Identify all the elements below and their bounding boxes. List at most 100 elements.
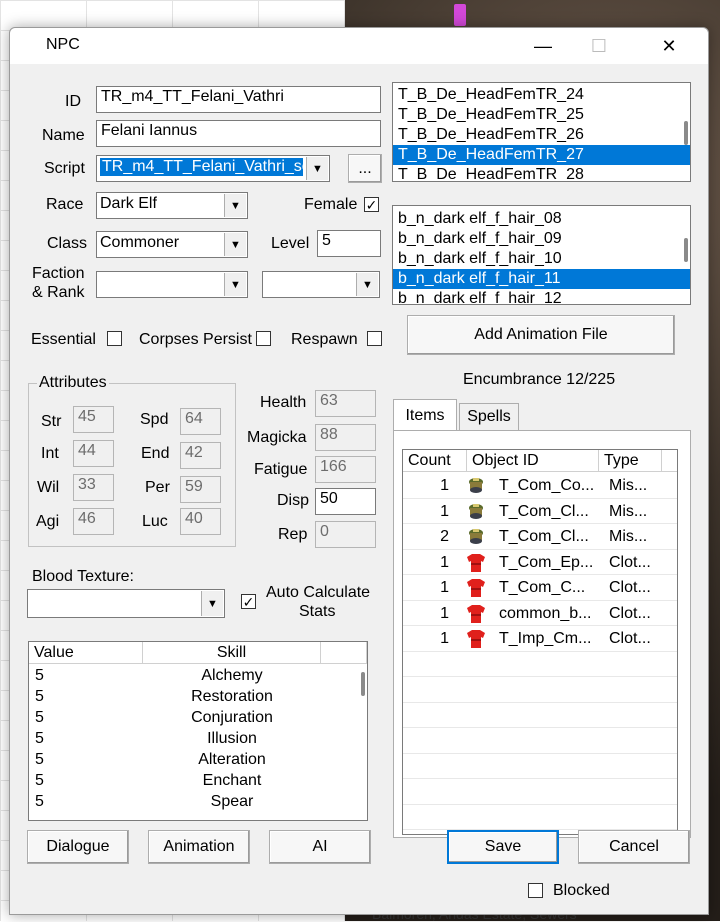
luc-label: Luc (142, 513, 168, 530)
empty-row (403, 754, 677, 779)
chevron-down-icon[interactable]: ▼ (224, 233, 246, 256)
end-label: End (141, 445, 170, 462)
head-list-item[interactable]: T_B_De_HeadFemTR_27 (393, 145, 690, 165)
item-type: Mis... (609, 477, 648, 494)
class-combo[interactable]: Commoner ▼ (96, 231, 248, 258)
head-list-item[interactable]: T_B_De_HeadFemTR_24 (393, 85, 690, 105)
faction-combo[interactable]: ▼ (96, 271, 248, 298)
hair-list-item[interactable]: b_n_dark elf_f_hair_09 (393, 229, 690, 249)
auto-calculate-checkbox[interactable]: ✓ (241, 594, 256, 609)
item-count: 1 (440, 477, 449, 494)
animation-button[interactable]: Animation (148, 830, 250, 864)
chevron-down-icon[interactable]: ▼ (224, 273, 246, 296)
name-input[interactable]: Felani Iannus (96, 120, 381, 147)
per-value: 59 (180, 476, 221, 503)
tab-items[interactable]: Items (393, 399, 457, 431)
essential-checkbox[interactable] (107, 331, 122, 346)
head-list-scrollbar[interactable] (684, 121, 688, 145)
table-row[interactable]: 5 Conjuration (29, 707, 345, 728)
chevron-down-icon[interactable]: ▼ (306, 157, 328, 180)
table-row[interactable]: 5 Illusion (29, 728, 345, 749)
skill-value: 5 (35, 751, 44, 768)
skill-value: 5 (35, 667, 44, 684)
int-label: Int (41, 445, 59, 462)
save-button[interactable]: Save (447, 830, 559, 864)
minimize-button[interactable]: — (520, 28, 566, 64)
ai-button[interactable]: AI (269, 830, 371, 864)
value-column-header[interactable]: Value (29, 642, 143, 664)
blocked-checkbox[interactable] (528, 883, 543, 898)
object-id-column-header[interactable]: Object ID (467, 450, 599, 472)
item-object-id: T_Com_Ep... (499, 553, 594, 571)
table-row[interactable]: 1 T_Imp_Cm... Clot... (403, 626, 677, 652)
skill-name: Spear (210, 793, 254, 810)
table-row[interactable]: 1 T_Com_Co... Mis... (403, 473, 677, 499)
level-input[interactable]: 5 (317, 230, 381, 257)
hair-list-item[interactable]: b_n_dark elf_f_hair_12 (393, 289, 690, 304)
table-row[interactable]: 5 Spear (29, 791, 345, 812)
class-label: Class (47, 235, 88, 252)
hair-list-scrollbar[interactable] (684, 238, 688, 262)
title-bar[interactable]: NPC — ☐ ✕ (10, 28, 708, 64)
item-object-id: common_b... (499, 604, 592, 622)
blood-texture-combo[interactable]: ▼ (27, 589, 225, 618)
respawn-checkbox[interactable] (367, 331, 382, 346)
disp-input[interactable]: 50 (315, 488, 376, 515)
skills-header-filler (321, 642, 367, 664)
table-row[interactable]: 5 Enchant (29, 770, 345, 791)
table-row[interactable]: 2 T_Com_Cl... Mis... (403, 524, 677, 550)
skills-scrollbar[interactable] (361, 672, 365, 696)
rank-label: & Rank (32, 284, 85, 301)
skill-value: 5 (35, 730, 44, 747)
rank-combo[interactable]: ▼ (262, 271, 380, 298)
item-count: 2 (440, 528, 449, 545)
background-marker (454, 4, 466, 26)
npc-dialog: NPC — ☐ ✕ ID TR_m4_TT_Felani_Vathri Name… (9, 27, 709, 915)
table-row[interactable]: 5 Restoration (29, 686, 345, 707)
cancel-button[interactable]: Cancel (578, 830, 690, 864)
hair-list-item[interactable]: b_n_dark elf_f_hair_11 (393, 269, 690, 289)
hair-list[interactable]: b_n_dark elf_f_hair_08 b_n_dark elf_f_hai… (392, 205, 691, 305)
skill-value: 5 (35, 709, 44, 726)
female-checkbox[interactable]: ✓ (364, 197, 379, 212)
corpses-persist-checkbox[interactable] (256, 331, 271, 346)
table-row[interactable]: 1 common_b... Clot... (403, 601, 677, 626)
head-list[interactable]: T_B_De_HeadFemTR_24 T_B_De_HeadFemTR_25 T_… (392, 82, 691, 182)
hair-list-item[interactable]: b_n_dark elf_f_hair_10 (393, 249, 690, 269)
table-row[interactable]: 1 T_Com_Ep... Clot... (403, 550, 677, 575)
hair-list-item[interactable]: b_n_dark elf_f_hair_08 (393, 209, 690, 229)
skill-value: 5 (35, 688, 44, 705)
head-list-item[interactable]: T_B_De_HeadFemTR_28 (393, 165, 690, 181)
chevron-down-icon[interactable]: ▼ (201, 591, 223, 616)
table-row[interactable]: 5 Alchemy (29, 665, 345, 686)
table-row[interactable]: 1 T_Com_Cl... Mis... (403, 499, 677, 524)
skills-table[interactable]: Value Skill 5 Alchemy 5 Restoration 5 Conjura… (28, 641, 368, 821)
maximize-button[interactable]: ☐ (576, 28, 622, 64)
script-browse-button[interactable]: ... (348, 154, 382, 183)
head-list-item[interactable]: T_B_De_HeadFemTR_25 (393, 105, 690, 125)
table-row[interactable]: 1 T_Com_C... Clot... (403, 575, 677, 601)
script-combo[interactable]: TR_m4_TT_Felani_Vathri_sc ▼ (96, 155, 330, 182)
add-animation-file-button[interactable]: Add Animation File (407, 315, 675, 355)
skill-name: Conjuration (191, 709, 273, 726)
encumbrance-text: Encumbrance 12/225 (463, 371, 616, 388)
skill-column-header[interactable]: Skill (143, 642, 321, 664)
dialog-client-area: ID TR_m4_TT_Felani_Vathri Name Felani Ia… (10, 64, 708, 914)
type-column-header[interactable]: Type (599, 450, 662, 472)
id-input[interactable]: TR_m4_TT_Felani_Vathri (96, 86, 381, 113)
level-label: Level (271, 235, 310, 252)
tab-spells[interactable]: Spells (459, 403, 519, 430)
race-combo[interactable]: Dark Elf ▼ (96, 192, 248, 219)
skill-name: Restoration (191, 688, 273, 705)
blocked-label: Blocked (553, 882, 610, 899)
health-label: Health (260, 394, 307, 411)
count-column-header[interactable]: Count (403, 450, 467, 472)
dialogue-button[interactable]: Dialogue (27, 830, 129, 864)
inventory-table[interactable]: Count Object ID Type 1 T_Com_Co... Mis... 1… (402, 449, 678, 835)
chevron-down-icon[interactable]: ▼ (224, 194, 246, 217)
table-row[interactable]: 5 Alteration (29, 749, 345, 770)
close-button[interactable]: ✕ (646, 28, 692, 64)
spd-value: 64 (180, 408, 221, 435)
chevron-down-icon[interactable]: ▼ (356, 273, 378, 296)
head-list-item[interactable]: T_B_De_HeadFemTR_26 (393, 125, 690, 145)
